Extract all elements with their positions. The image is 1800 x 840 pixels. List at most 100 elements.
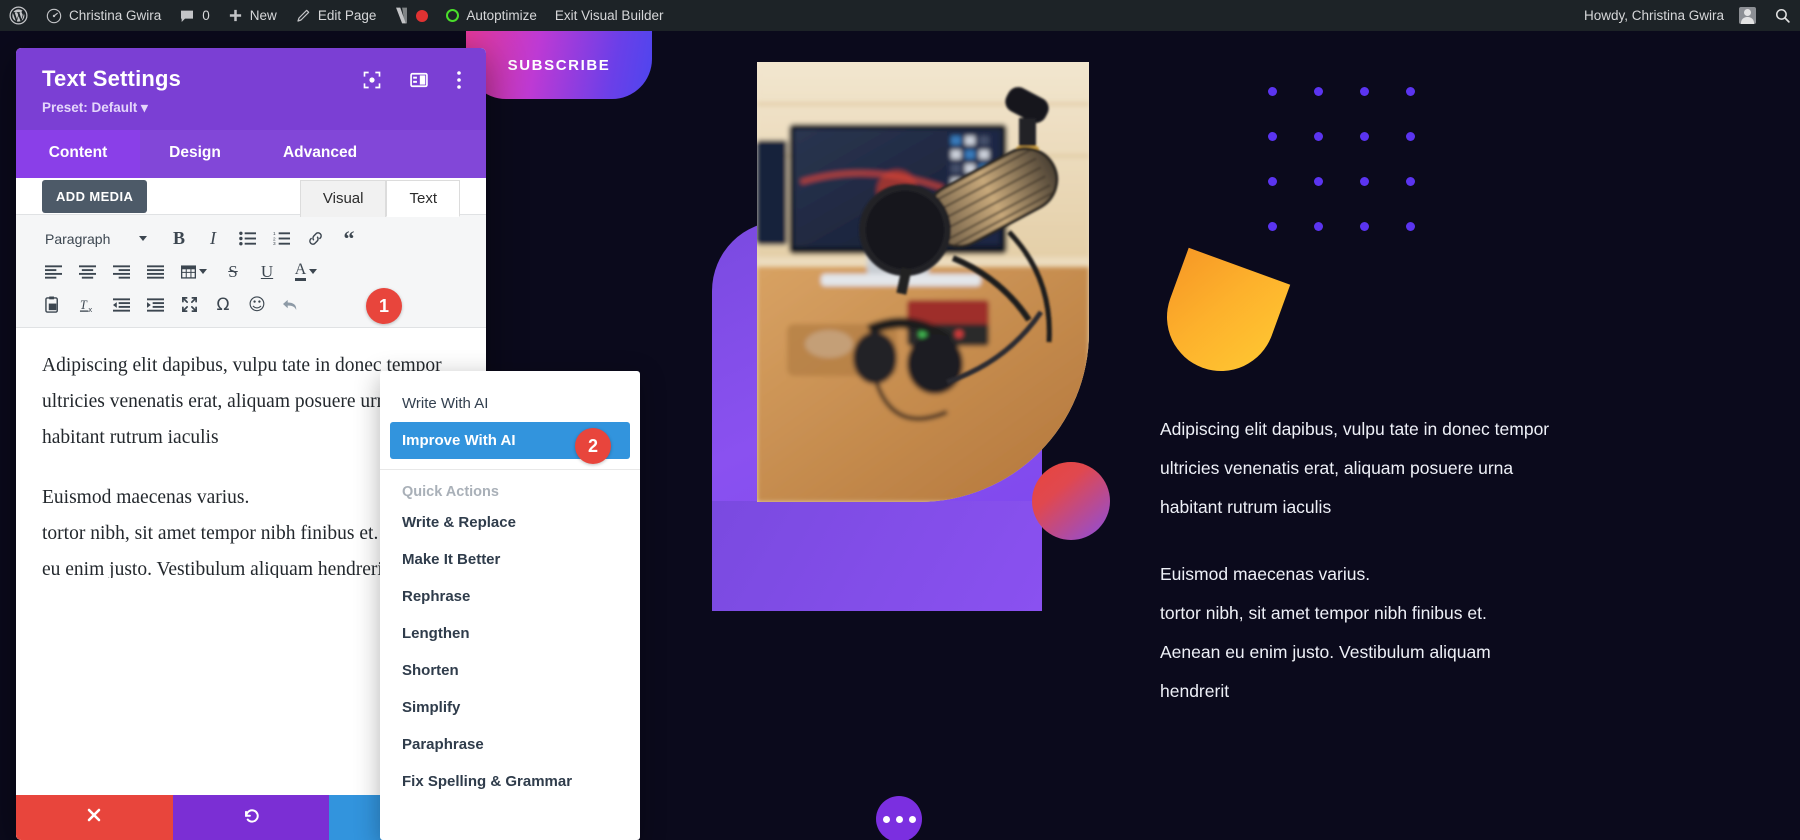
bulleted-list-icon[interactable] [232,224,262,254]
menu-item-rephrase[interactable]: Rephrase [380,578,640,615]
pencil-icon [295,8,311,24]
tab-content[interactable]: Content [16,130,140,178]
underline-icon[interactable]: U [252,257,282,287]
link-icon[interactable] [300,224,330,254]
exit-visual-builder-button[interactable]: Exit Visual Builder [546,0,673,31]
edit-page-menu[interactable]: Edit Page [286,0,386,31]
wordpress-logo-button[interactable] [0,0,37,31]
layout-panel-icon[interactable] [409,70,429,90]
autoptimize-menu[interactable]: Autoptimize [437,0,546,31]
page-body-text: Adipiscing elit dapibus, vulpu tate in d… [1160,410,1550,711]
cancel-button[interactable] [16,795,173,840]
tab-advanced[interactable]: Advanced [250,130,390,178]
my-account-menu[interactable]: Howdy, Christina Gwira [1575,0,1765,31]
indent-icon[interactable] [140,290,170,320]
subscribe-button[interactable]: SUBSCRIBE [466,31,652,99]
hero-backing-shape-lower [712,501,1042,611]
toolbar-row-2: S U A [38,255,464,288]
autoptimize-label: Autoptimize [466,8,537,23]
close-x-icon [86,807,102,828]
bold-icon[interactable]: B [164,224,194,254]
clear-formatting-icon[interactable]: Tx [72,290,102,320]
menu-item-make-it-better[interactable]: Make It Better [380,541,640,578]
editor-mode-tabs: Visual Text [299,180,460,217]
new-content-label: New [249,8,277,23]
paste-as-text-icon[interactable] [38,290,68,320]
modal-header: Text Settings Preset: Default ▾ [16,48,486,130]
step-badge-2: 2 [575,428,611,464]
plus-icon [228,8,243,23]
toolbar-row-1: Paragraph B I 123 “ [38,222,464,255]
text-color-icon[interactable]: A [286,257,326,287]
menu-item-write-replace[interactable]: Write & Replace [380,504,640,541]
tab-visual[interactable]: Visual [299,180,387,217]
yoast-status-dot-icon [416,9,429,22]
emoji-icon[interactable]: ☺ [242,290,272,320]
dot-2-icon [895,815,903,823]
align-right-icon[interactable] [106,257,136,287]
more-vertical-icon[interactable] [456,70,462,90]
preset-label: Preset: Default [42,100,138,115]
menu-item-fix-spelling-grammar[interactable]: Fix Spelling & Grammar [380,763,640,800]
more-options-button[interactable] [876,796,922,840]
chevron-down-icon [139,236,147,241]
menu-group-quick-actions: Quick Actions [402,484,499,500]
align-center-icon[interactable] [72,257,102,287]
dashboard-icon [46,8,62,24]
wp-admin-bar: Christina Gwira 0 New Edit Page Autoptim… [0,0,1800,31]
menu-item-write-with-ai[interactable]: Write With AI [380,385,640,422]
menu-item-lengthen[interactable]: Lengthen [380,615,640,652]
tab-design[interactable]: Design [140,130,250,178]
comments-count: 0 [202,8,210,23]
focus-target-icon[interactable] [362,70,382,90]
menu-item-simplify[interactable]: Simplify [380,689,640,726]
avatar [1739,7,1756,24]
menu-item-paraphrase[interactable]: Paraphrase [380,726,640,763]
special-character-icon[interactable]: Ω [208,290,238,320]
decorative-red-circle [1032,462,1110,540]
outdent-icon[interactable] [106,290,136,320]
format-select[interactable]: Paragraph [38,225,154,253]
chevron-down-icon [199,269,207,274]
tab-text[interactable]: Text [386,180,460,217]
yoast-seo-menu[interactable] [385,0,437,31]
step-badge-1: 1 [366,288,402,324]
modal-tabs: Content Design Advanced [16,130,486,178]
site-name-menu[interactable]: Christina Gwira [37,0,170,31]
hero-image [757,62,1089,502]
strikethrough-icon[interactable]: S [218,257,248,287]
admin-bar-right: Howdy, Christina Gwira [1575,0,1800,31]
wordpress-logo-icon [9,6,28,25]
dot-1-icon [882,815,890,823]
svg-text:x: x [88,305,92,313]
svg-text:T: T [79,298,87,312]
italic-icon[interactable]: I [198,224,228,254]
search-icon [1774,7,1791,24]
dot-3-icon [908,815,916,823]
chevron-down-icon [309,269,318,274]
preset-selector[interactable]: Preset: Default ▾ [42,100,464,116]
svg-text:1: 1 [273,231,276,237]
editor-top-row: ADD MEDIA Visual Text [16,178,486,217]
menu-item-shorten[interactable]: Shorten [380,652,640,689]
align-justify-icon[interactable] [140,257,170,287]
undo-button[interactable] [172,795,330,840]
chevron-down-icon: ▾ [141,100,148,115]
comment-bubble-icon [179,8,195,24]
editor-toolbar: Paragraph B I 123 “ S U A T x Ω ☺ [16,214,486,328]
undo-icon[interactable] [276,290,306,320]
new-content-menu[interactable]: New [219,0,286,31]
svg-text:3: 3 [273,241,276,246]
blockquote-icon[interactable]: “ [334,224,364,254]
align-left-icon[interactable] [38,257,68,287]
comments-menu[interactable]: 0 [170,0,219,31]
format-select-value: Paragraph [45,230,111,247]
undo-arrow-icon [243,807,260,829]
fullscreen-icon[interactable] [174,290,204,320]
admin-bar-search-button[interactable] [1765,0,1800,31]
table-icon[interactable] [174,257,214,287]
add-media-button[interactable]: ADD MEDIA [42,180,148,213]
page-paragraph-2: Euismod maecenas varius. tortor nibh, si… [1160,563,1491,702]
numbered-list-icon[interactable]: 123 [266,224,296,254]
page-paragraph-1: Adipiscing elit dapibus, vulpu tate in d… [1160,419,1550,518]
